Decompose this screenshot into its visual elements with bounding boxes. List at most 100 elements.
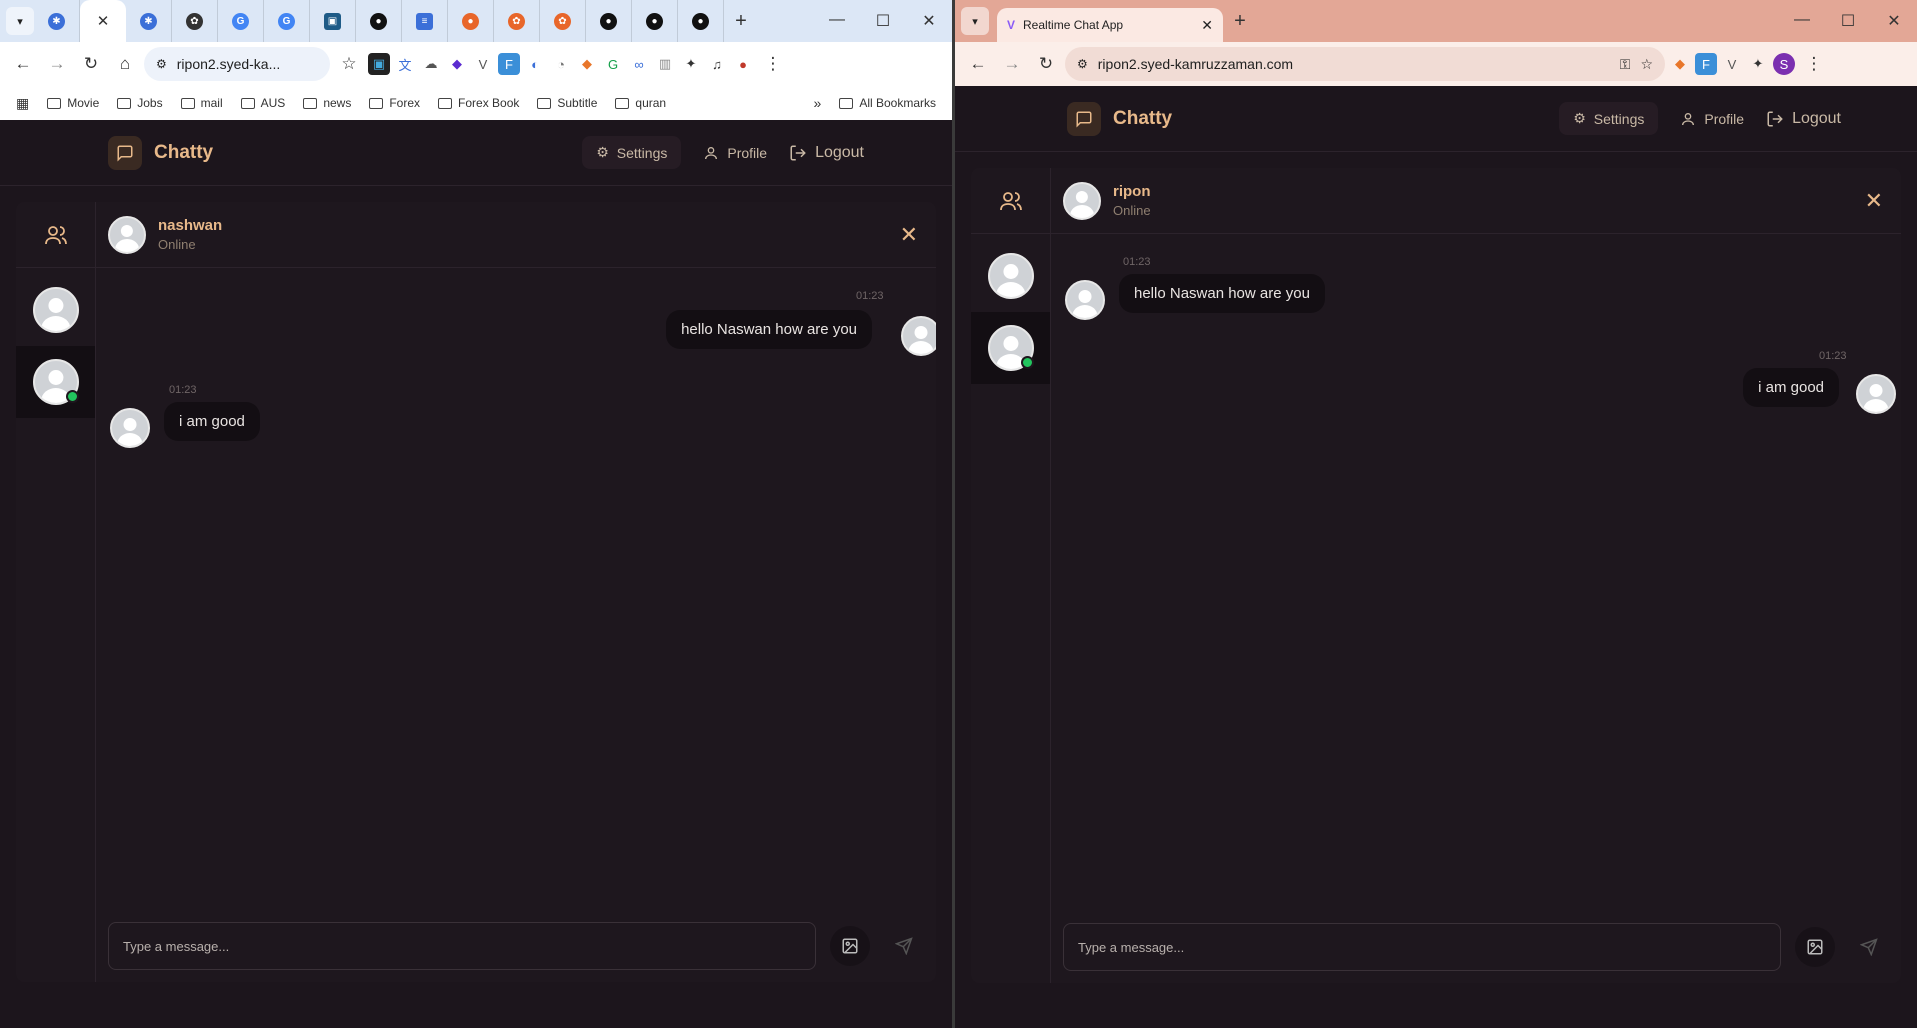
close-tab-icon[interactable]: ✕	[97, 12, 110, 30]
browser-tab-active[interactable]: ✕	[80, 0, 126, 42]
bookmark-folder[interactable]: Movie	[47, 96, 99, 110]
extensions-puzzle-icon[interactable]: ✦	[680, 53, 702, 75]
settings-button[interactable]: ⚙ Settings	[1559, 102, 1659, 135]
profile-avatar[interactable]: S	[1773, 53, 1795, 75]
back-icon[interactable]: ←	[963, 49, 993, 79]
menu-dots-icon[interactable]: ⋮	[758, 49, 788, 79]
reload-icon[interactable]: ↻	[1031, 49, 1061, 79]
browser-tab[interactable]: ●	[448, 0, 494, 42]
contact-item-selected[interactable]	[971, 312, 1050, 384]
browser-tab[interactable]: ●	[632, 0, 678, 42]
metamask-icon[interactable]: ◆	[576, 53, 598, 75]
vue-icon[interactable]: V	[1721, 53, 1743, 75]
brand[interactable]: Chatty	[1067, 101, 1172, 136]
logout-button[interactable]: Logout	[1766, 110, 1841, 128]
contact-item[interactable]	[16, 274, 95, 346]
browser-tab[interactable]: ✱	[34, 0, 80, 42]
menu-dots-icon[interactable]: ⋮	[1799, 49, 1829, 79]
back-icon[interactable]: ←	[8, 49, 38, 79]
image-upload-button[interactable]	[1795, 927, 1835, 967]
browser-tab[interactable]: ✿	[494, 0, 540, 42]
bookmark-folder[interactable]: news	[303, 96, 351, 110]
media-icon[interactable]: ♫	[706, 53, 728, 75]
extension-icon[interactable]: F	[498, 53, 520, 75]
close-icon[interactable]: ✕	[1871, 11, 1917, 31]
brand-name: Chatty	[154, 141, 214, 163]
vue-icon[interactable]: V	[472, 53, 494, 75]
folder-icon	[615, 97, 630, 109]
bookmark-star-icon[interactable]: ☆	[334, 49, 364, 79]
message-input[interactable]	[108, 922, 816, 970]
metamask-icon[interactable]: ◆	[1669, 53, 1691, 75]
extension-icon[interactable]: ∞	[628, 53, 650, 75]
all-bookmarks[interactable]: All Bookmarks	[839, 96, 936, 110]
browser-tab[interactable]: ●	[356, 0, 402, 42]
close-icon[interactable]: ✕	[906, 11, 952, 31]
profile-button[interactable]: Profile	[1680, 111, 1744, 127]
extensions-puzzle-icon[interactable]: ✦	[1747, 53, 1769, 75]
bookmark-folder[interactable]: Jobs	[117, 96, 163, 110]
forward-icon[interactable]: →	[997, 49, 1027, 79]
extension-icon[interactable]: ☁	[420, 53, 442, 75]
message-input[interactable]	[1063, 923, 1781, 971]
extension-icon[interactable]: F	[1695, 53, 1717, 75]
profile-avatar-icon[interactable]: ●	[732, 53, 754, 75]
apps-grid-icon[interactable]: ▦	[16, 95, 29, 112]
site-info-icon[interactable]: ⚙	[156, 57, 167, 71]
minimize-icon[interactable]: —	[1779, 11, 1825, 31]
bookmark-star-icon[interactable]: ☆	[1640, 56, 1653, 73]
browser-tab[interactable]: ✿	[172, 0, 218, 42]
browser-tab[interactable]: ✿	[540, 0, 586, 42]
users-icon	[44, 225, 67, 244]
reload-icon[interactable]: ↻	[76, 49, 106, 79]
window-controls: — ☐ ✕	[1779, 11, 1917, 31]
bookmark-folder[interactable]: Forex Book	[438, 96, 519, 110]
bookmark-folder[interactable]: Forex	[369, 96, 420, 110]
logout-button[interactable]: Logout	[789, 144, 864, 162]
maximize-icon[interactable]: ☐	[1825, 11, 1871, 31]
logout-icon	[1767, 111, 1783, 126]
forward-icon[interactable]: →	[42, 49, 72, 79]
settings-button[interactable]: ⚙ Settings	[582, 136, 682, 169]
bookmark-folder[interactable]: mail	[180, 96, 223, 110]
grammarly-icon[interactable]: G	[602, 53, 624, 75]
translate-icon[interactable]: 文	[394, 53, 416, 75]
brand[interactable]: Chatty	[108, 135, 214, 170]
address-bar[interactable]: ⚙ ripon2.syed-ka...	[144, 47, 330, 81]
send-button[interactable]	[1849, 927, 1889, 967]
bookmark-folder[interactable]: Subtitle	[537, 96, 597, 110]
browser-tab-active[interactable]: V Realtime Chat App ✕	[997, 8, 1223, 42]
browser-tab[interactable]: G	[264, 0, 310, 42]
browser-tab[interactable]: ●	[586, 0, 632, 42]
extension-icon[interactable]: ▣	[368, 53, 390, 75]
extension-icon[interactable]: ◆	[446, 53, 468, 75]
site-info-icon[interactable]: ⚙	[1077, 57, 1088, 71]
browser-tab[interactable]: ✱	[126, 0, 172, 42]
tab-search-button[interactable]: ▾	[961, 7, 989, 35]
maximize-icon[interactable]: ☐	[860, 11, 906, 31]
bookmark-label: news	[323, 96, 352, 110]
bookmark-folder[interactable]: quran	[615, 96, 666, 110]
browser-tab[interactable]: ≡	[402, 0, 448, 42]
minimize-icon[interactable]: —	[814, 11, 860, 31]
browser-tab[interactable]: G	[218, 0, 264, 42]
key-icon[interactable]: ⚿	[1620, 56, 1631, 73]
contact-item[interactable]	[971, 240, 1050, 312]
contact-item-selected[interactable]	[16, 346, 95, 418]
extension-icon[interactable]: ▥	[654, 53, 676, 75]
browser-tab[interactable]: ▣	[310, 0, 356, 42]
address-bar[interactable]: ⚙ ripon2.syed-kamruzzaman.com ⚿ ☆	[1065, 47, 1665, 81]
browser-tab[interactable]: ●	[678, 0, 724, 42]
profile-button[interactable]: Profile	[703, 145, 767, 161]
new-tab-button[interactable]: +	[724, 10, 758, 33]
send-button[interactable]	[884, 926, 924, 966]
tab-search-button[interactable]: ▾	[6, 7, 34, 35]
image-upload-button[interactable]	[830, 926, 870, 966]
close-tab-icon[interactable]: ✕	[1201, 17, 1213, 34]
extension-icon[interactable]: ◔	[550, 53, 572, 75]
bookmark-folder[interactable]: AUS	[240, 96, 285, 110]
extension-icon[interactable]: ◐	[524, 53, 546, 75]
more-bookmarks-icon[interactable]: »	[814, 95, 822, 111]
home-icon[interactable]: ⌂	[110, 49, 140, 79]
new-tab-button[interactable]: +	[1223, 10, 1257, 33]
